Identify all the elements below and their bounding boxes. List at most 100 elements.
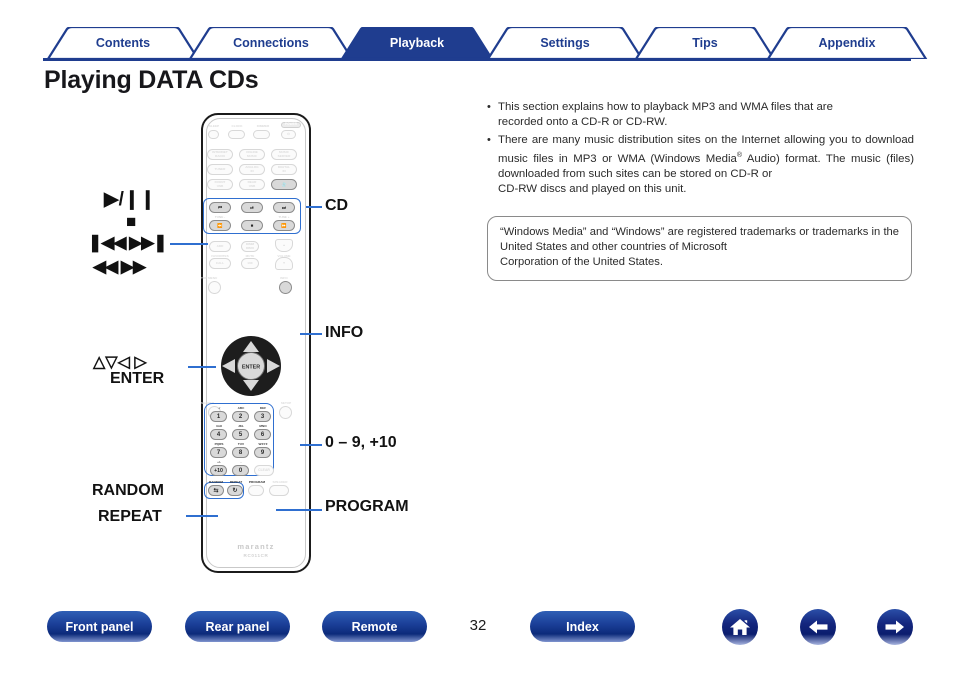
remote-btn-call[interactable]: CALL (209, 258, 231, 269)
callout-skip-glyph: ❚◀◀ ▶▶❚ (88, 233, 168, 252)
remote-btn-skip-prev[interactable]: ⏮ (209, 202, 231, 213)
remote-btn-clock[interactable] (228, 130, 245, 139)
tab-label: Playback (389, 36, 445, 50)
keypad-sub-3: DEF (259, 406, 267, 410)
tab-playback[interactable]: Playback (337, 27, 497, 59)
remote-model: RC011CR (243, 553, 269, 558)
keypad-btn-clear[interactable]: CLEAR (254, 465, 274, 476)
remote-btn-front-usb[interactable]: FRONT USB (207, 179, 233, 190)
trademark-text: “Windows Media” and “Windows” are regist… (500, 226, 899, 269)
remote-btn-program[interactable] (248, 485, 264, 496)
svg-text:ENTER: ENTER (242, 365, 260, 371)
remote-label-clock: CLOCK (231, 124, 243, 128)
remote-label-speaker: SPEAKER (272, 480, 288, 484)
callout-scan-glyph: ◀◀ ▶▶ (93, 257, 146, 276)
keypad-btn-plus10[interactable]: +10 (210, 465, 227, 476)
remote-btn-info[interactable] (279, 281, 292, 294)
footer-button-label: Front panel (65, 619, 134, 634)
keypad-btn-7[interactable]: 7 (210, 447, 227, 458)
section-tabs: Contents Connections Playback Settings T (43, 27, 928, 59)
manual-page: Contents Connections Playback Settings T (0, 0, 954, 673)
callout-cursor-glyphs: △▽◁ ▷ (93, 354, 147, 371)
footer-button-front-panel[interactable]: Front panel (47, 611, 152, 642)
home-icon[interactable] (722, 609, 758, 645)
remote-btn-digital-in[interactable]: DIGITAL IN (271, 164, 297, 175)
remote-btn-speaker[interactable] (269, 485, 289, 496)
remote-btn-tuner[interactable]: TUNER (207, 164, 233, 175)
remote-btn-repeat[interactable]: ↻ (227, 485, 243, 496)
remote-btn-skip-next[interactable]: ⏭ (273, 202, 295, 213)
keypad-btn-8[interactable]: 8 (232, 447, 249, 458)
keypad-btn-6[interactable]: 6 (254, 429, 271, 440)
tab-tips[interactable]: Tips (631, 27, 779, 59)
remote-btn-online-music[interactable]: ONLINE MUSIC (239, 149, 265, 160)
callout-repeat-label: REPEAT (98, 508, 162, 525)
tab-contents[interactable]: Contents (43, 27, 203, 59)
remote-btn-10x[interactable]: 10X (241, 258, 259, 269)
keypad-btn-1[interactable]: 1 (210, 411, 227, 422)
back-arrow-icon[interactable] (800, 609, 836, 645)
remote-btn-fast-forward[interactable]: ⏩ (273, 220, 295, 231)
remote-label-random: RANDOM (209, 480, 223, 484)
trademark-note: “Windows Media” and “Windows” are regist… (487, 216, 912, 281)
tab-label: Tips (692, 36, 718, 50)
bullet-text: There are many music distribution sites … (498, 133, 914, 196)
keypad-btn-9[interactable]: 9 (254, 447, 271, 458)
remote-dpad[interactable]: ENTER (213, 335, 289, 397)
remote-btn-play-pause[interactable]: ⏯ (241, 202, 263, 213)
remote-btn-power[interactable]: ⏻ (281, 130, 296, 139)
back-arrow-glyph (809, 620, 828, 634)
callout-enter-label: ENTER (110, 370, 165, 387)
remote-label-repeat: REPEAT (229, 480, 243, 484)
tab-appendix[interactable]: Appendix (763, 27, 931, 59)
tab-settings[interactable]: Settings (483, 27, 647, 59)
tab-label: Connections (233, 36, 309, 50)
remote-btn-setup[interactable] (279, 406, 292, 419)
keypad-sub-7: PQRS (214, 442, 224, 446)
forward-arrow-icon[interactable] (877, 609, 913, 645)
callout-stop-glyph: ■ (126, 212, 137, 231)
keypad-btn-0[interactable]: 0 (232, 465, 249, 476)
remote-btn-rewind[interactable]: ⏪ (209, 220, 231, 231)
remote-btn-stop[interactable]: ■ (241, 220, 263, 231)
keypad-sub-plus10: +/- (217, 460, 221, 464)
callout-program-label: PROGRAM (325, 498, 409, 515)
home-glyph (730, 619, 750, 635)
remote-btn-sleep[interactable] (208, 130, 219, 139)
footer-button-remote[interactable]: Remote (322, 611, 427, 642)
remote-btn-analog-in[interactable]: ANALOG IN (239, 164, 265, 175)
remote-label-power: POWER (281, 122, 301, 128)
leader-line-info (300, 333, 322, 335)
remote-btn-cd[interactable]: 💿 (271, 179, 297, 190)
remote-btn-music-server[interactable]: MUSIC SERVER (271, 149, 297, 160)
page-title: Playing DATA CDs (44, 66, 259, 94)
remote-btn-dimmo[interactable]: DIMM DIMO (241, 241, 259, 252)
remote-btn-rear-usb[interactable]: REAR USB (239, 179, 265, 190)
remote-btn-volume-down[interactable]: ▼ (275, 257, 293, 270)
keypad-btn-3[interactable]: 3 (254, 411, 271, 422)
remote-btn-internet-radio[interactable]: INTERNET RADIO (207, 149, 233, 160)
leader-line-random-repeat (186, 515, 218, 517)
tab-connections[interactable]: Connections (185, 27, 357, 59)
leader-line-enter (188, 366, 216, 368)
keypad-btn-5[interactable]: 5 (232, 429, 249, 440)
footer-button-rear-panel[interactable]: Rear panel (185, 611, 290, 642)
remote-btn-add[interactable]: ADD (209, 241, 231, 252)
keypad-btn-2[interactable]: 2 (232, 411, 249, 422)
footer-button-index[interactable]: Index (530, 611, 635, 642)
page-number: 32 (469, 617, 487, 634)
keypad-sub-2: ABC (237, 406, 245, 410)
leader-line-transport (170, 243, 208, 245)
keypad-sub-1: . / (217, 406, 221, 410)
bullet-item: There are many music distribution sites … (487, 133, 914, 198)
remote-btn-dimmer[interactable] (253, 130, 270, 139)
callout-play-pause-glyph: ▶/❙❙ (104, 189, 156, 210)
keypad-btn-4[interactable]: 4 (210, 429, 227, 440)
callout-random-label: RANDOM (92, 482, 164, 499)
remote-btn-top-menu[interactable] (208, 281, 221, 294)
tab-label: Contents (95, 36, 151, 50)
remote-label-setup: SETUP (280, 401, 292, 405)
leader-line-cd (306, 206, 322, 208)
remote-btn-random[interactable]: ⇆ (208, 485, 224, 496)
intro-bullets: This section explains how to playback MP… (487, 100, 914, 200)
